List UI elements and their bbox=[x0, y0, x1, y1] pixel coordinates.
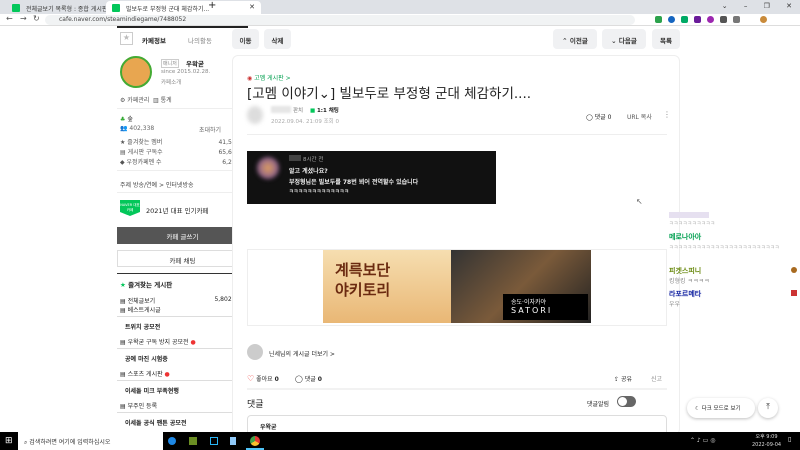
dark-mode-button[interactable]: ☾ 다크 모드로 보기 bbox=[687, 398, 755, 418]
prev-post-button[interactable]: ⌃ 이전글 bbox=[553, 29, 597, 49]
favorite-boards-header[interactable]: ★ 즐겨찾는 게시판 bbox=[120, 279, 172, 289]
minecraft-icon[interactable] bbox=[189, 437, 197, 445]
cafe-sidebar: ★ 카페정보 나의활동 매니저 우왁굳 since 2015.02.28. 카페… bbox=[117, 26, 248, 432]
post-card: ◉ 고멤 게시판 > [고멤 이야기⌄] 빌보두로 부정형 군대 체감하기...… bbox=[232, 55, 680, 445]
clock[interactable]: 오후 9:09 2022-09-04 bbox=[752, 433, 781, 449]
ad-banner[interactable]: 계륵보단 야키토리 송도·이자카야 SATORI bbox=[323, 250, 591, 323]
forward-icon[interactable]: → bbox=[20, 14, 27, 23]
browser-tab-bar: 전체글보기 목록형 : 종합 게시판✕ 빌보두로 부정형 군대 체감하기...✕… bbox=[0, 0, 800, 14]
close-tab-icon[interactable]: ✕ bbox=[249, 3, 255, 11]
embedded-comment-image: 8시간 전 알고 계셨나요? 부정형님은 빌보두를 78번 뵈어 전역할수 있습… bbox=[247, 151, 496, 204]
comments-count-button[interactable]: ◯ 댓글 0 bbox=[586, 112, 611, 121]
share-button[interactable]: ⇪ 공유 bbox=[614, 374, 632, 383]
star-icon[interactable]: ★ bbox=[120, 32, 133, 45]
board-link[interactable]: ◉ 고멤 게시판 > bbox=[247, 73, 291, 82]
comment-alarm-toggle[interactable] bbox=[617, 396, 636, 407]
browser-tab-active[interactable]: 빌보두로 부정형 군대 체감하기... ✕ bbox=[106, 1, 261, 14]
author-name[interactable] bbox=[271, 106, 291, 113]
post-title: [고멤 이야기⌄] 빌보두로 부정형 군대 체감하기.... bbox=[247, 86, 532, 102]
menu-best-posts[interactable]: ▤ 베스트게시글 bbox=[120, 305, 161, 314]
system-tray-icons[interactable]: ⌃ ♪ ▭ ◎ bbox=[690, 437, 715, 444]
menu-group[interactable]: 이세돌 공식 팬튼 공모전 bbox=[117, 412, 248, 430]
tab-cafe-info[interactable]: 카페정보 bbox=[142, 35, 166, 45]
extension-icon[interactable] bbox=[707, 16, 714, 23]
window-controls[interactable]: ⌄ – ❐ ✕ bbox=[722, 2, 792, 10]
windows-start-icon[interactable]: ⊞ bbox=[5, 436, 13, 446]
taskbar-search-input[interactable]: ⌕ 검색하려면 여기에 입력하십시오 bbox=[18, 432, 163, 450]
member-count[interactable]: 👥 402,338 bbox=[120, 125, 154, 132]
stream-chat-overlay: ㅋㅋㅋㅋㅋㅋㅋㅋㅋㅋ 메로나아아 ㅋㅋㅋㅋㅋㅋㅋㅋㅋㅋㅋㅋㅋㅋㅋㅋㅋㅋㅋㅋㅋㅋㅋ… bbox=[665, 200, 800, 330]
mouse-cursor-icon: ↖ bbox=[636, 197, 643, 206]
naver-cafe-favicon-icon bbox=[12, 4, 20, 12]
reload-icon[interactable]: ↻ bbox=[33, 14, 40, 23]
cafe-intro-link[interactable]: 카페소개 bbox=[161, 78, 181, 86]
menu-all-posts[interactable]: ▤ 전체글보기 5,802,698 bbox=[120, 296, 245, 305]
notification-icon[interactable]: ▯ bbox=[788, 436, 791, 443]
new-tab-button[interactable]: + bbox=[208, 0, 216, 11]
manager-name[interactable]: 우왁굳 bbox=[186, 58, 204, 68]
cafe-manage-link[interactable]: ⚙ 카페관리 bbox=[120, 95, 149, 104]
windows-taskbar: ⊞ ⌕ 검색하려면 여기에 입력하십시오 ⌃ ♪ ▭ ◎ 오후 9:09 2022… bbox=[0, 432, 800, 450]
manager-badge: 매니저 bbox=[161, 59, 179, 68]
extension-icon[interactable] bbox=[694, 16, 701, 23]
author-avatar[interactable] bbox=[247, 344, 263, 360]
list-button[interactable]: 목록 bbox=[652, 29, 680, 49]
app-icon[interactable] bbox=[210, 437, 218, 445]
cafe-level: ♣ 숲 bbox=[120, 116, 133, 123]
puzzle-icon[interactable] bbox=[733, 16, 740, 23]
edge-icon[interactable] bbox=[168, 437, 176, 445]
extension-icon[interactable] bbox=[655, 16, 662, 23]
extension-icon[interactable] bbox=[681, 16, 688, 23]
scroll-top-button[interactable]: ⤒ bbox=[758, 398, 778, 418]
tab-my-activity[interactable]: 나의활동 bbox=[188, 35, 212, 45]
back-icon[interactable]: ← bbox=[6, 14, 13, 23]
one-to-one-chat[interactable]: ■ 1:1 채팅 bbox=[310, 106, 339, 114]
like-button[interactable]: ♡ 좋아요 0 bbox=[247, 374, 279, 383]
author-avatar[interactable] bbox=[247, 106, 263, 124]
extension-icon[interactable] bbox=[720, 16, 727, 23]
app-icon[interactable] bbox=[230, 437, 236, 445]
next-post-button[interactable]: ⌄ 다음글 bbox=[602, 29, 646, 49]
more-author-posts-link[interactable]: 닌세님의 게시글 더보기 > bbox=[269, 349, 335, 358]
url-input[interactable]: cafe.naver.com/steamindiegame/7488052 bbox=[45, 15, 635, 25]
comment-button[interactable]: ◯ 댓글 0 bbox=[295, 374, 322, 383]
chrome-icon[interactable] bbox=[250, 436, 260, 446]
cafe-topic[interactable]: 주제 방송/연예 > 인터넷방송 bbox=[120, 180, 194, 189]
cafe-chat-button[interactable]: 카페 채팅 bbox=[117, 250, 248, 267]
avatar[interactable] bbox=[760, 16, 767, 23]
report-button[interactable]: 신고 bbox=[651, 374, 662, 383]
stats-link[interactable]: ▥ 통계 bbox=[153, 95, 172, 104]
extension-icon[interactable] bbox=[668, 16, 675, 23]
cafe-logo bbox=[120, 56, 152, 88]
naver-cafe-favicon-icon bbox=[112, 4, 120, 12]
write-post-button[interactable]: 카페 글쓰기 bbox=[117, 227, 248, 244]
more-options-icon[interactable]: ⋮ bbox=[663, 110, 671, 119]
naver-badge: NAVER 대표카페 bbox=[120, 200, 140, 216]
invite-link[interactable]: 초대하기 bbox=[199, 125, 221, 134]
comments-heading: 댓글 bbox=[247, 400, 264, 410]
address-bar: ← → ↻ cafe.naver.com/steamindiegame/7488… bbox=[0, 14, 800, 26]
url-copy-button[interactable]: URL 복사 bbox=[627, 112, 652, 121]
delete-button[interactable]: 삭제 bbox=[264, 29, 291, 49]
move-button[interactable]: 이동 bbox=[232, 29, 259, 49]
